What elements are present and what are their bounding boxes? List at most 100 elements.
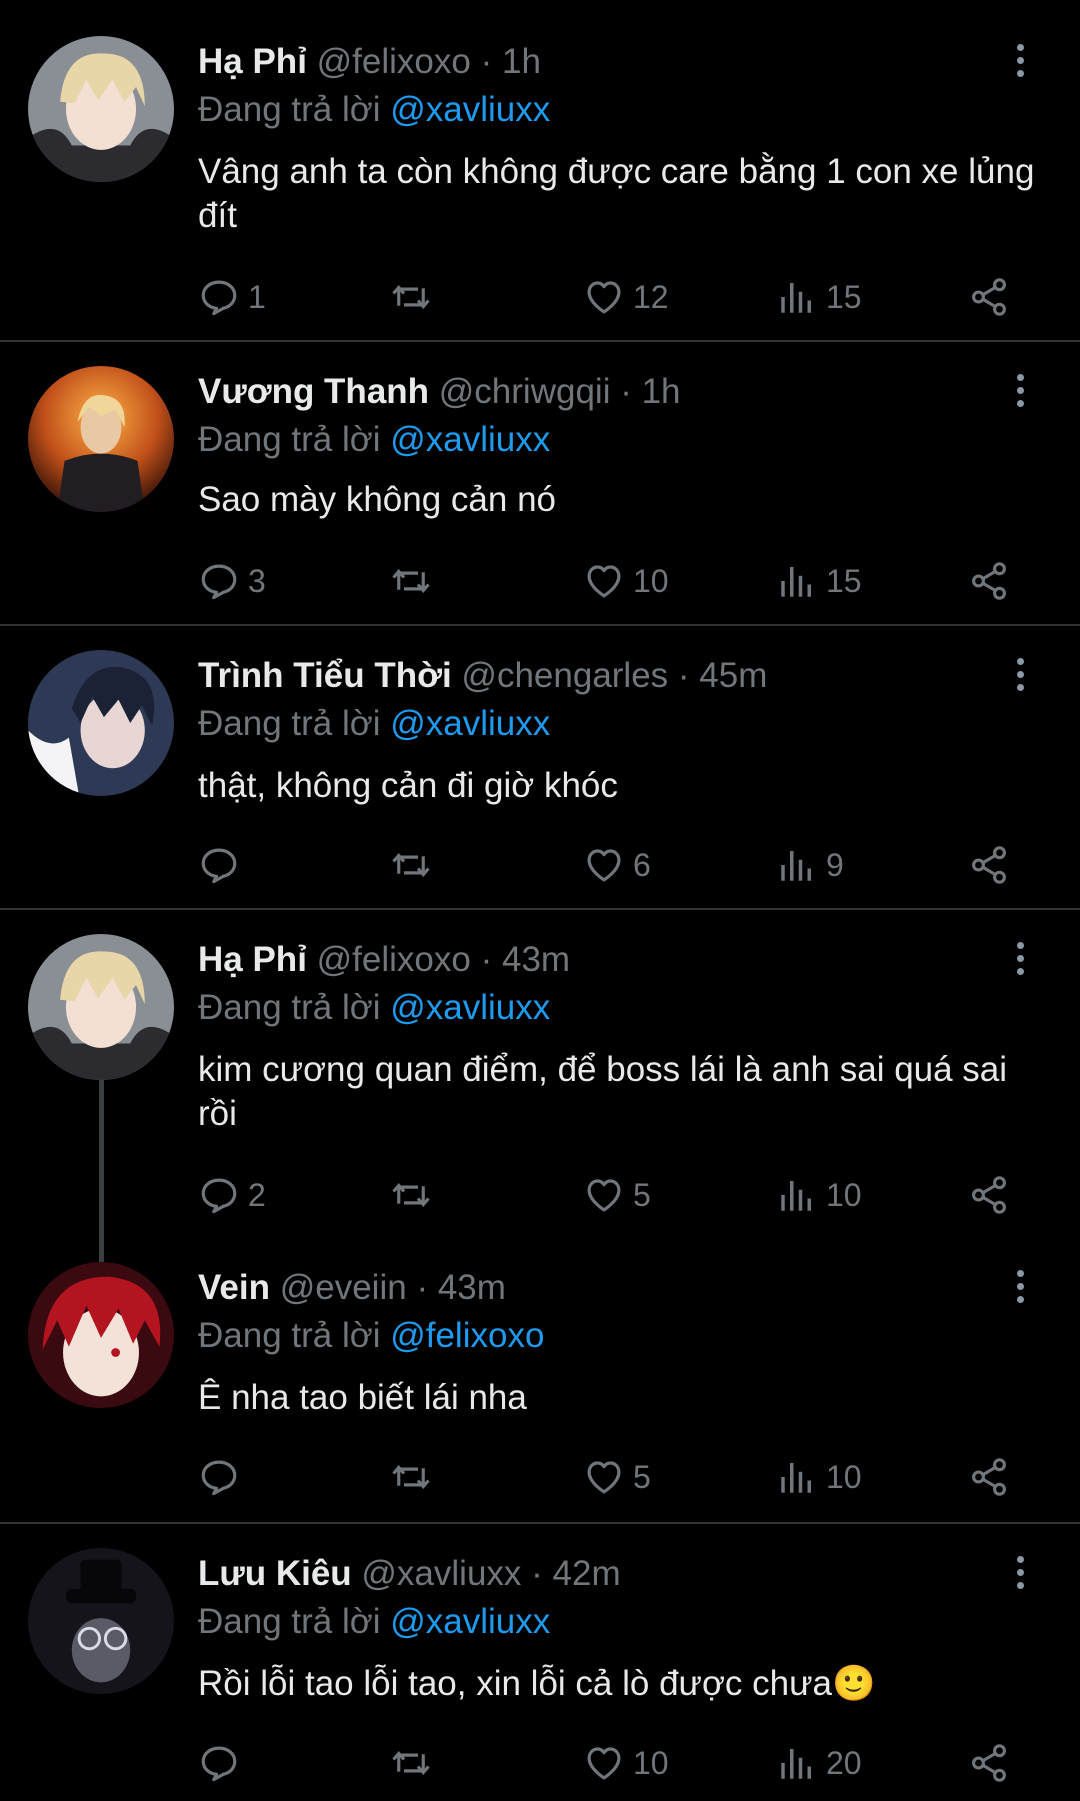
retweet-icon — [390, 560, 432, 602]
action-bar: 2 5 10 — [0, 1170, 1080, 1220]
view-count: 15 — [826, 562, 862, 599]
speech-bubble-icon — [198, 1456, 240, 1498]
views-button[interactable]: 10 — [776, 1452, 862, 1502]
views-button[interactable]: 10 — [776, 1170, 862, 1220]
replying-to: Đang trả lời @felixoxo — [198, 1314, 544, 1358]
retweet-button[interactable] — [390, 1738, 440, 1788]
reply-button[interactable] — [198, 1452, 248, 1502]
author-name[interactable]: Hạ Phỉ — [198, 940, 307, 979]
views-button[interactable]: 15 — [776, 272, 862, 322]
bar-chart-icon — [776, 276, 818, 318]
post-time: · 45m — [677, 656, 768, 695]
replying-to: Đang trả lời @xavliuxx — [198, 986, 550, 1030]
views-button[interactable]: 9 — [776, 840, 844, 890]
retweet-icon — [390, 1456, 432, 1498]
share-button[interactable] — [968, 1452, 1018, 1502]
reply-button[interactable]: 3 — [198, 556, 266, 606]
author-handle[interactable]: @xavliuxx — [361, 1554, 521, 1593]
heart-icon — [583, 276, 625, 318]
reply-mention[interactable]: @xavliuxx — [390, 988, 550, 1027]
share-button[interactable] — [968, 1738, 1018, 1788]
reply-prefix: Đang trả lời — [198, 704, 381, 743]
share-icon — [968, 1174, 1010, 1216]
author-handle[interactable]: @eveiin — [280, 1268, 407, 1307]
more-vertical-icon[interactable] — [1002, 658, 1038, 698]
more-vertical-icon[interactable] — [1002, 1270, 1038, 1310]
reply-button[interactable] — [198, 840, 248, 890]
post-text: kim cương quan điểm, để boss lái là anh … — [198, 1050, 1008, 1133]
reply-prefix: Đang trả lời — [198, 1316, 381, 1355]
share-icon — [968, 560, 1010, 602]
retweet-button[interactable] — [390, 272, 440, 322]
retweet-button[interactable] — [390, 1170, 440, 1220]
author-name[interactable]: Vương Thanh — [198, 372, 429, 411]
reply-mention[interactable]: @xavliuxx — [390, 704, 550, 743]
author-handle[interactable]: @chriwgqii — [439, 372, 611, 411]
author-handle[interactable]: @chengarles — [461, 656, 668, 695]
heart-icon — [583, 844, 625, 886]
share-button[interactable] — [968, 556, 1018, 606]
author-name[interactable]: Hạ Phỉ — [198, 42, 307, 81]
heart-icon — [583, 1742, 625, 1784]
bar-chart-icon — [776, 1456, 818, 1498]
reply-mention[interactable]: @felixoxo — [390, 1316, 544, 1355]
post-text: Rồi lỗi tao lỗi tao, xin lỗi cả lò được … — [198, 1664, 876, 1703]
reply-count: 2 — [248, 1176, 266, 1213]
retweet-button[interactable] — [390, 840, 440, 890]
views-button[interactable]: 20 — [776, 1738, 862, 1788]
divider — [0, 340, 1080, 342]
avatar[interactable] — [28, 1548, 174, 1694]
avatar[interactable] — [28, 366, 174, 512]
reply-mention[interactable]: @xavliuxx — [390, 1602, 550, 1641]
retweet-button[interactable] — [390, 1452, 440, 1502]
avatar[interactable] — [28, 1262, 174, 1408]
like-count: 5 — [633, 1176, 651, 1213]
like-button[interactable]: 12 — [583, 272, 669, 322]
like-count: 10 — [633, 1744, 669, 1781]
reply-mention[interactable]: @xavliuxx — [390, 90, 550, 129]
like-button[interactable]: 5 — [583, 1452, 651, 1502]
like-button[interactable]: 10 — [583, 1738, 669, 1788]
post-time: · 43m — [480, 940, 571, 979]
share-button[interactable] — [968, 840, 1018, 890]
like-button[interactable]: 10 — [583, 556, 669, 606]
more-vertical-icon[interactable] — [1002, 44, 1038, 84]
like-count: 12 — [633, 278, 669, 315]
post-time: · 1h — [480, 42, 541, 81]
reply-mention[interactable]: @xavliuxx — [390, 420, 550, 459]
views-button[interactable]: 15 — [776, 556, 862, 606]
avatar[interactable] — [28, 934, 174, 1080]
post-time: · 43m — [416, 1268, 506, 1307]
share-button[interactable] — [968, 1170, 1018, 1220]
bar-chart-icon — [776, 560, 818, 602]
more-vertical-icon[interactable] — [1002, 1556, 1038, 1596]
heart-icon — [583, 1456, 625, 1498]
author-handle[interactable]: @felixoxo — [317, 940, 471, 979]
author-name[interactable]: Vein — [198, 1268, 270, 1307]
like-count: 5 — [633, 1458, 651, 1495]
post-text: Sao mày không cản nó — [198, 480, 557, 519]
reply-button[interactable]: 2 — [198, 1170, 266, 1220]
speech-bubble-icon — [198, 276, 240, 318]
reply-prefix: Đang trả lời — [198, 988, 381, 1027]
post-text: thật, không cản đi giờ khóc — [198, 766, 618, 805]
action-bar: 1 12 15 — [0, 272, 1080, 322]
like-button[interactable]: 6 — [583, 840, 651, 890]
author-name[interactable]: Lưu Kiêu — [198, 1554, 352, 1593]
view-count: 20 — [826, 1744, 862, 1781]
avatar[interactable] — [28, 650, 174, 796]
replying-to: Đang trả lời @xavliuxx — [198, 1600, 550, 1644]
retweet-button[interactable] — [390, 556, 440, 606]
author-handle[interactable]: @felixoxo — [317, 42, 471, 81]
reply-button[interactable]: 1 — [198, 272, 266, 322]
more-vertical-icon[interactable] — [1002, 374, 1038, 414]
view-count: 10 — [826, 1458, 862, 1495]
author-name[interactable]: Trình Tiểu Thời — [198, 656, 452, 695]
retweet-icon — [390, 276, 432, 318]
reply-button[interactable] — [198, 1738, 248, 1788]
more-vertical-icon[interactable] — [1002, 942, 1038, 982]
avatar[interactable] — [28, 36, 174, 182]
reply-prefix: Đang trả lời — [198, 1602, 381, 1641]
like-button[interactable]: 5 — [583, 1170, 651, 1220]
share-button[interactable] — [968, 272, 1018, 322]
